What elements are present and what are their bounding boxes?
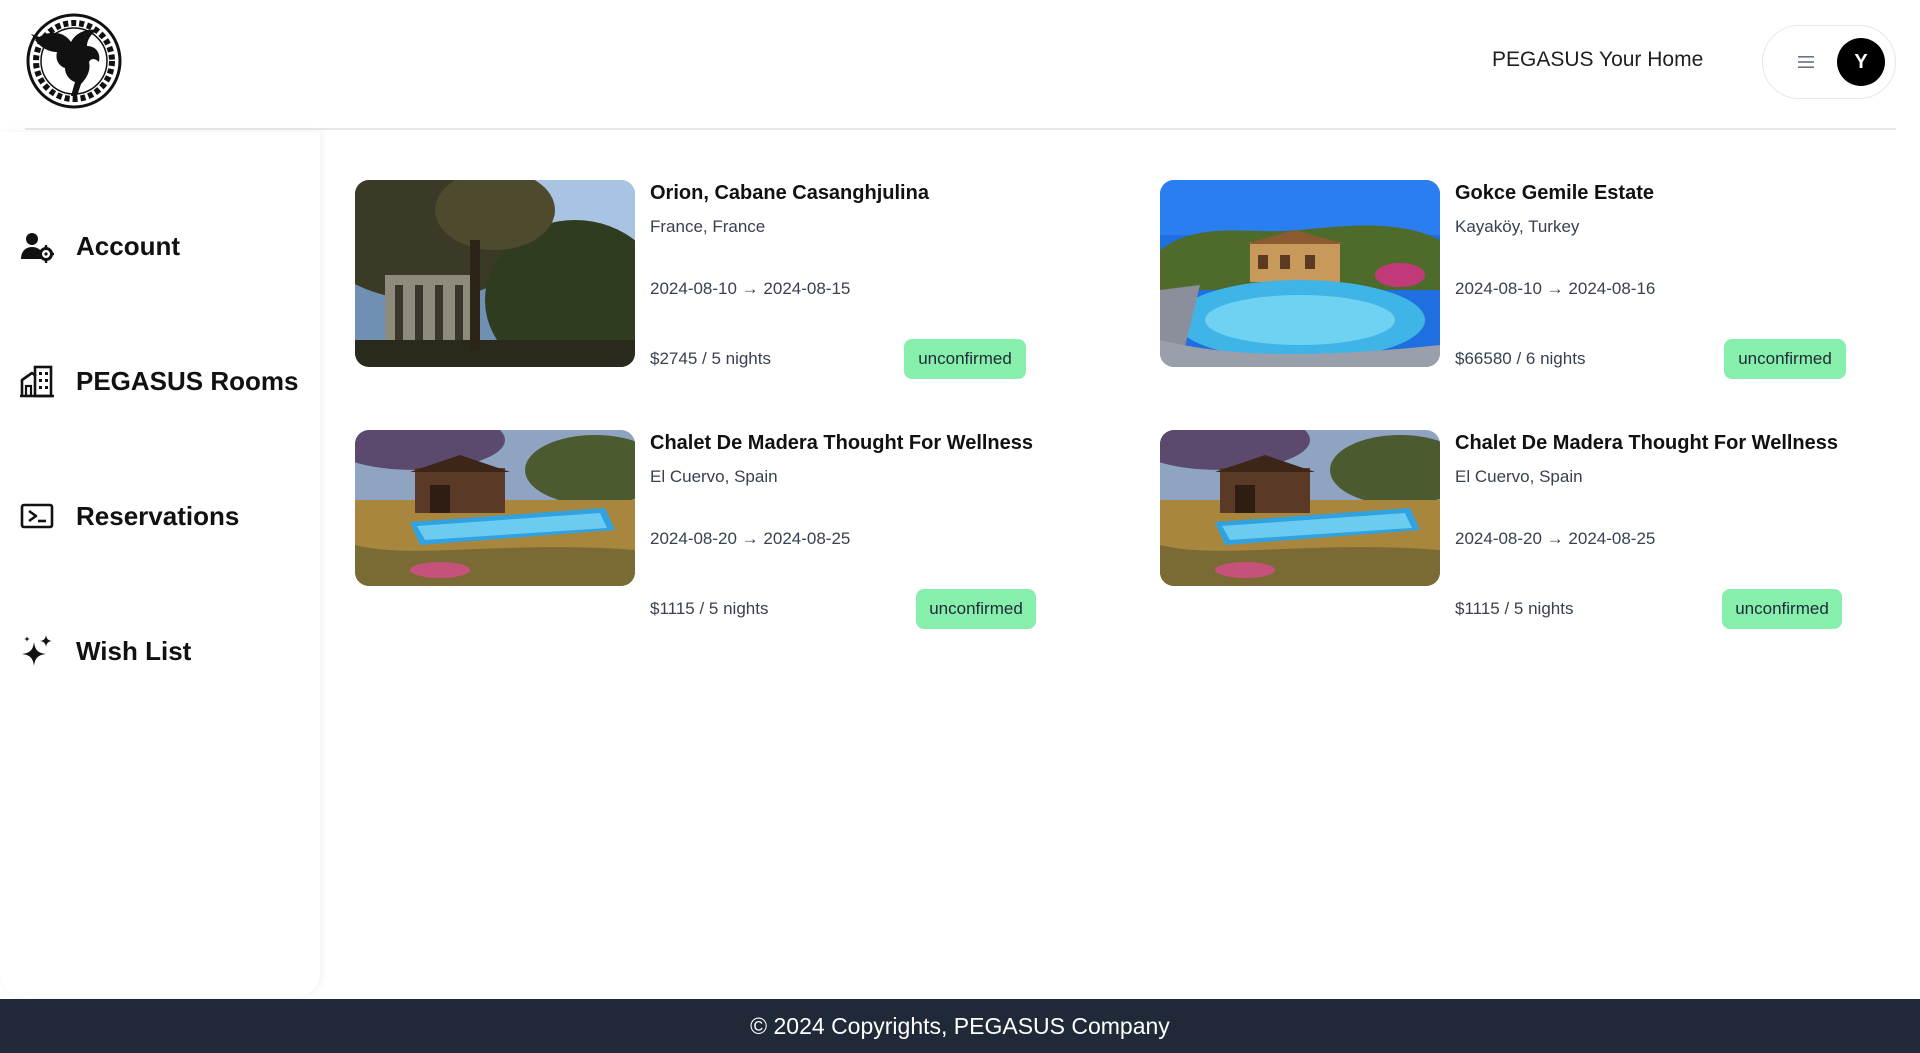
sidebar-item-reservations[interactable]: Reservations [20,499,239,533]
sidebar: Account PEGASUS Rooms Reservations Wish … [0,132,320,998]
sparkles-icon [22,635,52,666]
reservation-card[interactable]: Gokce Gemile Estate Kayaköy, Turkey 2024… [1160,180,1920,390]
status-badge: unconfirmed [904,339,1026,379]
top-header: PEGASUS Your Home Y [0,0,1920,130]
reservation-card[interactable]: Orion, Cabane Casanghjulina France, Fran… [355,180,1115,390]
sidebar-item-label: PEGASUS Rooms [76,365,299,396]
stay-price: $1115 / 5 nights [650,599,769,618]
avatar: Y [1837,38,1885,86]
property-photo[interactable] [1160,180,1440,367]
property-title[interactable]: Chalet De Madera Thought For Wellness [1455,432,1838,455]
sidebar-item-label: Account [76,230,180,261]
property-location: Kayaköy, Turkey [1455,217,1580,236]
home-link[interactable]: PEGASUS Your Home [1492,48,1703,72]
stay-dates: 2024-08-10 → 2024-08-16 [1455,279,1656,298]
status-badge: unconfirmed [1722,589,1842,629]
property-title[interactable]: Orion, Cabane Casanghjulina [650,182,929,205]
stay-dates: 2024-08-10 → 2024-08-15 [650,279,851,298]
sidebar-item-wish-list[interactable]: Wish List [20,634,191,668]
stay-price: $66580 / 6 nights [1455,349,1586,368]
sidebar-item-account[interactable]: Account [20,229,180,263]
reservation-card[interactable]: Chalet De Madera Thought For Wellness El… [1160,430,1920,640]
sidebar-item-label: Reservations [76,500,240,531]
status-badge: unconfirmed [916,589,1036,629]
buildings-icon [20,365,54,398]
stay-dates: 2024-08-20 → 2024-08-25 [1455,529,1656,548]
hamburger-menu-icon [1798,56,1814,68]
property-location: El Cuervo, Spain [650,467,778,486]
stay-price: $2745 / 5 nights [650,349,771,368]
status-badge: unconfirmed [1724,339,1846,379]
property-photo[interactable] [355,180,635,367]
property-location: France, France [650,217,766,236]
property-title[interactable]: Chalet De Madera Thought For Wellness [650,432,1033,455]
pegasus-logo[interactable] [25,12,123,110]
user-menu-button[interactable]: Y [1762,25,1896,99]
footer: © 2024 Copyrights, PEGASUS Company [0,999,1920,1053]
user-gear-icon [21,233,54,263]
ticket-icon [20,503,54,529]
reservation-card[interactable]: Chalet De Madera Thought For Wellness El… [355,430,1115,640]
copyright-text: © 2024 Copyrights, PEGASUS Company [750,1012,1170,1039]
header-divider [25,128,1896,130]
property-photo[interactable] [1160,430,1440,586]
property-title[interactable]: Gokce Gemile Estate [1455,182,1654,205]
property-photo[interactable] [355,430,635,586]
sidebar-item-pegasus-rooms[interactable]: PEGASUS Rooms [20,364,299,398]
stay-dates: 2024-08-20 → 2024-08-25 [650,529,851,548]
stay-price: $1115 / 5 nights [1455,599,1574,618]
property-location: El Cuervo, Spain [1455,467,1583,486]
sidebar-item-label: Wish List [76,635,192,666]
